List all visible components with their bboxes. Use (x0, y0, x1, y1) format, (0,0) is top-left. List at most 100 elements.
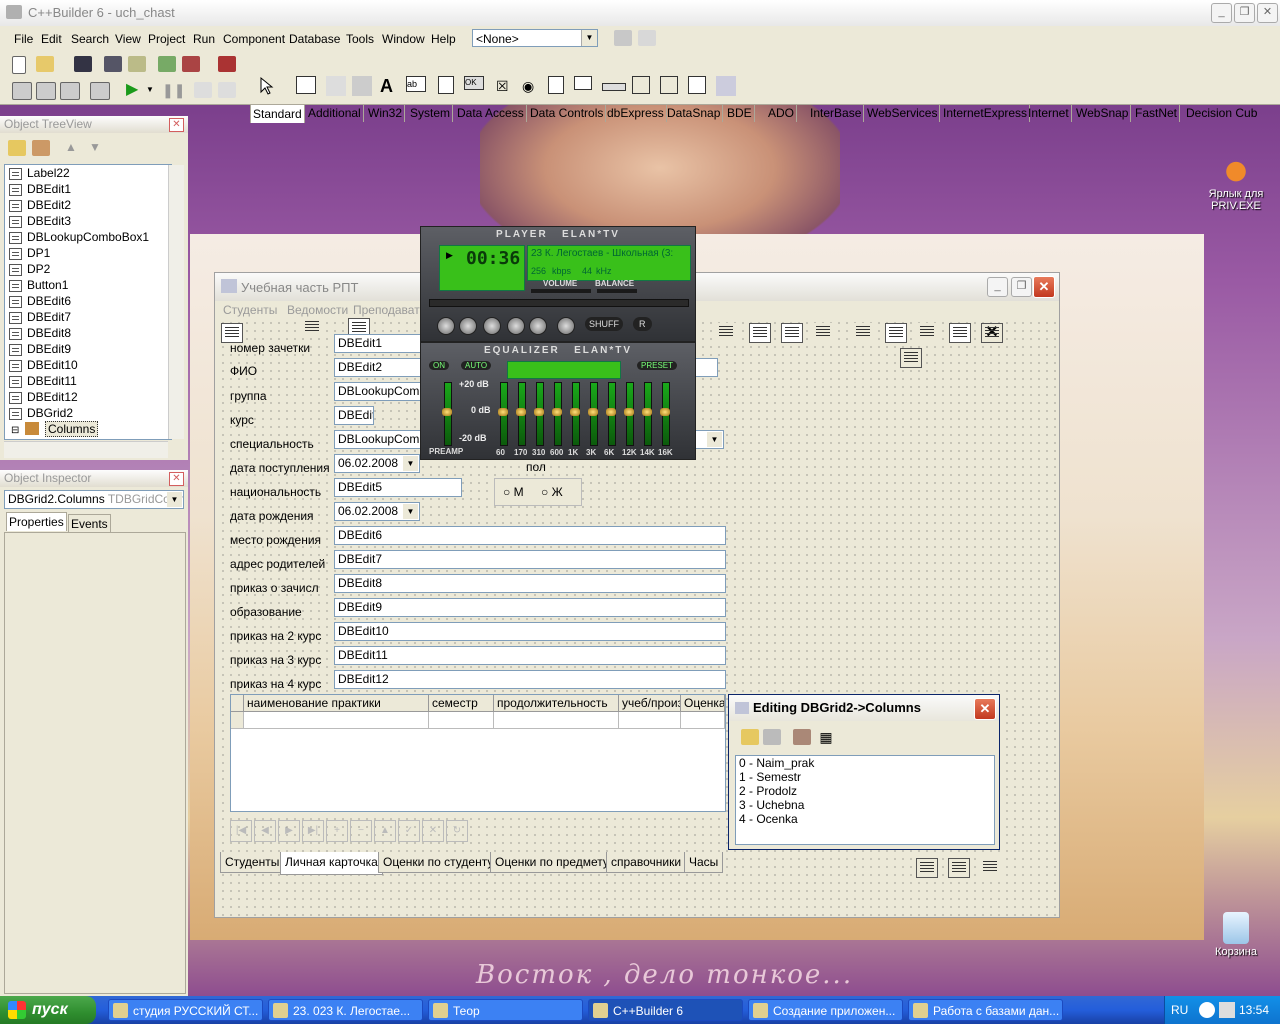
combobox-icon[interactable] (574, 76, 592, 90)
tree-item[interactable]: DBEdit1 (5, 181, 171, 197)
dbedit-fio[interactable]: DBEdit2 (334, 358, 422, 377)
button-icon[interactable]: OK (464, 76, 484, 90)
palette-tab-standard[interactable]: Standard (250, 104, 305, 123)
desktop-icon-priv[interactable]: Ярлык для PRIV.EXE (1196, 154, 1276, 212)
tab-grades-by-student[interactable]: Оценки по студенту (378, 852, 499, 873)
tree-item[interactable]: DBEdit8 (5, 325, 171, 341)
groupbox-icon[interactable] (632, 76, 650, 94)
palette-tab-additional[interactable]: Additional (306, 104, 364, 122)
palette-tab-fastnet[interactable]: FastNet (1133, 104, 1181, 122)
nav-first-icon[interactable]: |◀ (230, 820, 252, 842)
step-over-icon[interactable] (218, 82, 236, 98)
list-item[interactable]: 0 - Naim_prak (736, 756, 994, 770)
menu-window[interactable]: Window (382, 32, 425, 46)
pause-icon[interactable] (483, 317, 501, 335)
slider-knob[interactable] (660, 408, 670, 416)
language-indicator[interactable]: RU (1171, 996, 1188, 1024)
palette-tab-internetexpress[interactable]: InternetExpress (941, 104, 1031, 122)
menu-help[interactable]: Help (431, 32, 456, 46)
grid-column-header[interactable]: наименование практики (244, 695, 429, 712)
scrollbar-icon[interactable] (602, 83, 626, 91)
toggle-form-unit-icon[interactable] (60, 82, 80, 100)
popupmenu-icon[interactable] (352, 76, 372, 96)
chevron-down-icon[interactable]: ▼ (403, 504, 418, 519)
taskbar-item[interactable]: 23. 023 К. Легостае... (268, 999, 423, 1021)
query-icon[interactable] (917, 323, 939, 343)
actionlist-icon[interactable] (716, 76, 736, 96)
grid-column-header[interactable]: продолжительность (494, 695, 619, 712)
seek-bar[interactable] (429, 299, 689, 307)
palette-tab-internet[interactable]: Internet (1026, 104, 1072, 122)
trace-into-icon[interactable] (194, 82, 212, 98)
play-icon[interactable] (459, 317, 477, 335)
nav-prior-icon[interactable]: ◀ (254, 820, 276, 842)
form-menu-teachers[interactable]: Преподавате (353, 303, 426, 317)
desktop-set-icon[interactable] (638, 30, 656, 46)
palette-tab-interbase[interactable]: InterBase (808, 104, 865, 122)
dbedit-birthplace[interactable]: DBEdit6 (334, 526, 726, 545)
tab-students[interactable]: Студенты (220, 852, 285, 873)
delete-item-icon[interactable] (32, 140, 50, 156)
nav-delete-icon[interactable]: − (350, 820, 372, 842)
lookup-combo-specialty[interactable]: DBLookupCombo (334, 430, 422, 449)
run-icon[interactable]: ▶ (126, 82, 144, 98)
palette-tab-bde[interactable]: BDE (725, 104, 755, 122)
chevron-down-icon[interactable]: ▼ (167, 492, 182, 507)
taskbar-item-active[interactable]: C++Builder 6 (588, 999, 743, 1021)
tab-hours[interactable]: Часы (684, 852, 724, 873)
tree-item[interactable]: DBGrid2 (5, 405, 171, 421)
date-picker-birth[interactable]: 06.02.2008 ▼ (334, 502, 420, 521)
restore-defaults-icon[interactable]: ▦ (817, 729, 835, 745)
tree-item[interactable]: DBEdit2 (5, 197, 171, 213)
tree-item[interactable]: DP2 (5, 261, 171, 277)
menu-file[interactable]: File (14, 32, 33, 46)
slider-knob[interactable] (642, 408, 652, 416)
palette-tab-websnap[interactable]: WebSnap (1074, 104, 1132, 122)
add-new-icon[interactable] (741, 729, 759, 745)
chevron-down-icon[interactable]: ▼ (581, 30, 597, 46)
slider-knob[interactable] (534, 408, 544, 416)
minimize-button[interactable]: _ (987, 277, 1008, 297)
form-menu-students[interactable]: Студенты (223, 303, 277, 317)
close-button[interactable]: ✕ (974, 698, 996, 720)
nav-post-icon[interactable]: ✓ (398, 820, 420, 842)
taskbar-item[interactable]: студия РУССКИЙ СТ... (108, 999, 263, 1021)
pointer-icon[interactable] (256, 76, 276, 96)
menu-component[interactable]: Component (223, 32, 285, 46)
slider-knob[interactable] (570, 408, 580, 416)
grid-column-header[interactable]: учеб/произ (619, 695, 681, 712)
view-unit-icon[interactable] (12, 82, 32, 100)
radio-female[interactable]: ○ Ж (541, 485, 563, 499)
pause-icon[interactable]: ❚❚ (162, 82, 185, 98)
tab-events[interactable]: Events (68, 514, 111, 534)
datasource-icon[interactable] (749, 323, 771, 343)
tree-item[interactable]: DBEdit7 (5, 309, 171, 325)
palette-tab-datasnap[interactable]: DataSnap (665, 104, 724, 122)
inspector-object-selector[interactable]: DBGrid2.Columns TDBGridColum ▼ (4, 490, 184, 509)
panel-icon[interactable] (688, 76, 706, 94)
tree-item[interactable]: DBEdit11 (5, 373, 171, 389)
slider-knob[interactable] (498, 408, 508, 416)
inspector-properties-grid[interactable] (4, 532, 186, 994)
grid-column-header[interactable]: семестр (429, 695, 494, 712)
radiogroup-icon[interactable] (660, 76, 678, 94)
close-button[interactable]: ✕ (1257, 3, 1278, 23)
configuration-combo[interactable]: <None> ▼ (472, 29, 598, 47)
memo-icon[interactable] (438, 76, 454, 94)
grid-cell[interactable] (494, 712, 619, 729)
desktop-save-icon[interactable] (614, 30, 632, 46)
palette-tab-data-access[interactable]: Data Access (455, 104, 527, 122)
open-icon[interactable] (36, 56, 54, 72)
dbedit-education[interactable]: DBEdit9 (334, 598, 726, 617)
lookup-combo-specialty-button[interactable]: ▼ (694, 430, 724, 449)
dbedit-course[interactable]: DBEdit (334, 406, 374, 425)
tree-item[interactable]: DBEdit12 (5, 389, 171, 405)
datasource-icon[interactable] (781, 323, 803, 343)
stop-icon[interactable] (507, 317, 525, 335)
checkbox-icon[interactable]: ☒ (496, 76, 516, 96)
shuffle-button[interactable]: SHUFF (585, 317, 623, 331)
palette-tab-dbexpress[interactable]: dbExpress (605, 104, 667, 122)
tab-grades-by-subject[interactable]: Оценки по предмету (490, 852, 614, 873)
sql-query-icon[interactable] (916, 858, 938, 878)
menu-edit[interactable]: Edit (41, 32, 62, 46)
